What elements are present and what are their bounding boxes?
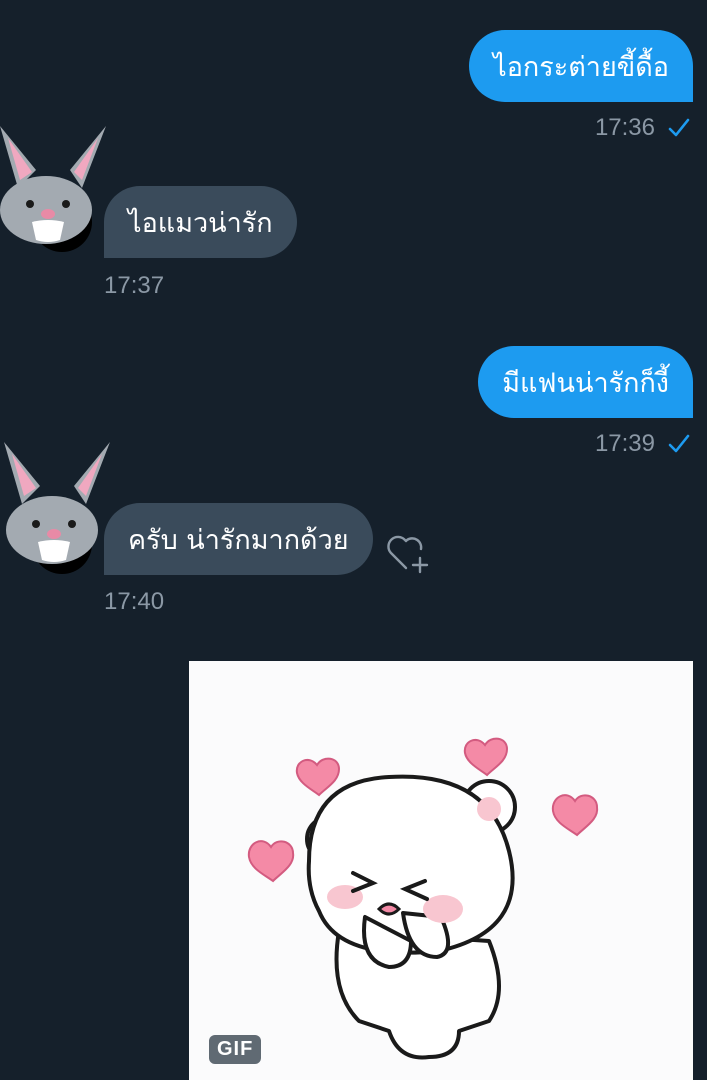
message-meta: 17:37	[104, 272, 164, 300]
message-meta: 17:39	[595, 430, 691, 458]
bear-hearts-gif	[247, 737, 599, 1060]
message-text: ครับ น่ารักมากด้วย	[128, 524, 349, 556]
message-meta: 17:36	[595, 114, 691, 142]
message-text: ไอกระต่ายขี้ดื้อ	[493, 51, 669, 83]
message-timestamp: 17:36	[594, 114, 655, 141]
message-timestamp: 17:37	[104, 272, 165, 299]
read-check-icon	[668, 118, 690, 137]
message-text: ไอแมวน่ารัก	[128, 207, 273, 239]
message-text: มีแฟนน่ารักก็งี้	[502, 367, 669, 399]
message-bubble-outgoing[interactable]: ไอกระต่ายขี้ดื้อ	[469, 30, 693, 102]
message-bubble-incoming[interactable]: ครับ น่ารักมากด้วย	[104, 503, 373, 575]
message-timestamp: 17:39	[594, 430, 655, 457]
gif-badge: GIF	[209, 1035, 262, 1064]
read-check-icon	[668, 434, 690, 453]
rabbit-avatar-icon[interactable]	[0, 118, 110, 258]
message-meta: 17:40	[104, 588, 164, 616]
message-bubble-incoming[interactable]: ไอแมวน่ารัก	[104, 186, 297, 258]
rabbit-avatar-icon[interactable]	[4, 434, 114, 574]
message-bubble-outgoing[interactable]: มีแฟนน่ารักก็งี้	[478, 346, 693, 418]
add-reaction-heart-icon[interactable]	[384, 528, 432, 576]
message-timestamp: 17:40	[104, 588, 165, 615]
gif-message[interactable]: GIF	[189, 661, 693, 1080]
